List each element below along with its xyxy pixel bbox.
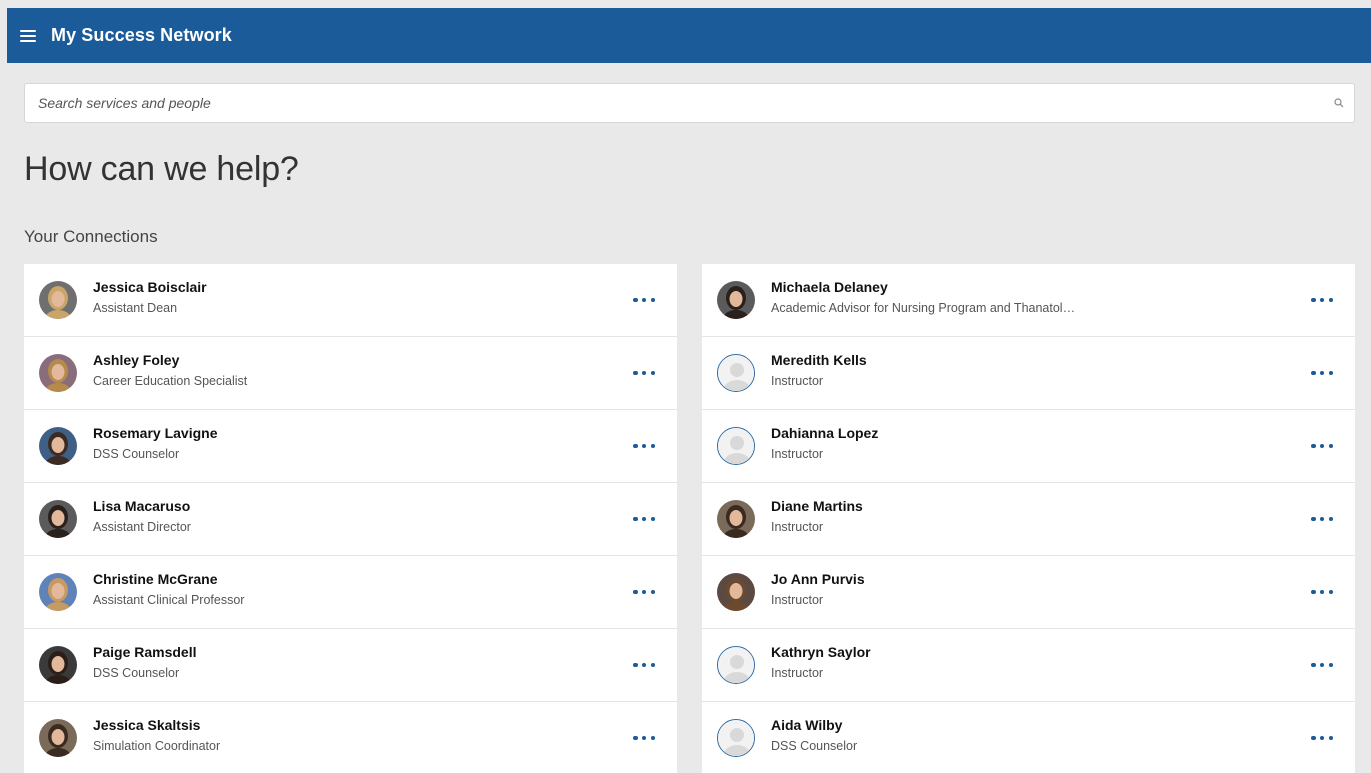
more-options-icon[interactable]: [1311, 732, 1333, 744]
search-icon[interactable]: [1324, 84, 1354, 122]
more-options-icon[interactable]: [633, 440, 655, 452]
connection-name[interactable]: Jessica Skaltsis: [93, 717, 677, 733]
connection-row[interactable]: Meredith Kells Instructor: [702, 337, 1355, 410]
more-options-icon[interactable]: [633, 586, 655, 598]
avatar: [717, 573, 755, 611]
connection-info: Michaela Delaney Academic Advisor for Nur…: [771, 279, 1355, 315]
avatar: [717, 427, 755, 465]
more-options-icon[interactable]: [633, 513, 655, 525]
app-header: My Success Network: [7, 8, 1371, 63]
connection-title: Assistant Director: [93, 520, 191, 534]
connection-title: Assistant Dean: [93, 301, 178, 315]
connection-title: Instructor: [771, 593, 824, 607]
connection-name[interactable]: Kathryn Saylor: [771, 644, 1355, 660]
search-input[interactable]: [25, 84, 1324, 122]
connection-row[interactable]: Dahianna Lopez Instructor: [702, 410, 1355, 483]
connection-row[interactable]: Lisa Macaruso Assistant Director: [24, 483, 677, 556]
connection-info: Ashley Foley Career Education Specialist: [93, 352, 677, 388]
connection-title: Instructor: [771, 520, 824, 534]
avatar: [39, 427, 77, 465]
connection-name[interactable]: Rosemary Lavigne: [93, 425, 677, 441]
connection-info: Dahianna Lopez Instructor: [771, 425, 1355, 461]
avatar: [39, 354, 77, 392]
connection-info: Lisa Macaruso Assistant Director: [93, 498, 677, 534]
connection-row[interactable]: Christine McGrane Assistant Clinical Prof…: [24, 556, 677, 629]
connection-title: Instructor: [771, 447, 824, 461]
avatar: [39, 500, 77, 538]
connection-row[interactable]: Jessica Boisclair Assistant Dean: [24, 264, 677, 337]
more-options-icon[interactable]: [1311, 367, 1333, 379]
connection-name[interactable]: Diane Martins: [771, 498, 1355, 514]
connection-title: Instructor: [771, 374, 824, 388]
avatar: [717, 354, 755, 392]
connection-row[interactable]: Rosemary Lavigne DSS Counselor: [24, 410, 677, 483]
connection-info: Diane Martins Instructor: [771, 498, 1355, 534]
connection-info: Jessica Skaltsis Simulation Coordinator: [93, 717, 677, 753]
connection-row[interactable]: Diane Martins Instructor: [702, 483, 1355, 556]
connection-title: DSS Counselor: [771, 739, 858, 753]
avatar: [717, 646, 755, 684]
more-options-icon[interactable]: [1311, 586, 1333, 598]
connection-row[interactable]: Paige Ramsdell DSS Counselor: [24, 629, 677, 702]
connections-list-left: Jessica Boisclair Assistant Dean Ashley Fo…: [24, 264, 677, 773]
connections-heading: Your Connections: [24, 227, 158, 246]
connection-title: Assistant Clinical Professor: [93, 593, 245, 607]
connection-row[interactable]: Kathryn Saylor Instructor: [702, 629, 1355, 702]
connection-name[interactable]: Christine McGrane: [93, 571, 677, 587]
connection-name[interactable]: Aida Wilby: [771, 717, 1355, 733]
connection-name[interactable]: Lisa Macaruso: [93, 498, 677, 514]
connection-row[interactable]: Michaela Delaney Academic Advisor for Nur…: [702, 264, 1355, 337]
avatar: [39, 573, 77, 611]
connection-title: DSS Counselor: [93, 666, 180, 680]
connection-info: Aida Wilby DSS Counselor: [771, 717, 1355, 753]
more-options-icon[interactable]: [1311, 294, 1333, 306]
avatar: [717, 500, 755, 538]
avatar: [39, 719, 77, 757]
avatar: [39, 281, 77, 319]
connection-info: Rosemary Lavigne DSS Counselor: [93, 425, 677, 461]
connection-name[interactable]: Jessica Boisclair: [93, 279, 677, 295]
connection-name[interactable]: Jo Ann Purvis: [771, 571, 1355, 587]
connection-name[interactable]: Paige Ramsdell: [93, 644, 677, 660]
connection-title: Simulation Coordinator: [93, 739, 221, 753]
connection-title: Academic Advisor for Nursing Program and…: [771, 301, 1076, 315]
connection-info: Paige Ramsdell DSS Counselor: [93, 644, 677, 680]
connection-row[interactable]: Ashley Foley Career Education Specialist: [24, 337, 677, 410]
connection-name[interactable]: Meredith Kells: [771, 352, 1355, 368]
connection-row[interactable]: Jessica Skaltsis Simulation Coordinator: [24, 702, 677, 773]
more-options-icon[interactable]: [633, 294, 655, 306]
connection-info: Meredith Kells Instructor: [771, 352, 1355, 388]
more-options-icon[interactable]: [1311, 440, 1333, 452]
top-strip: [0, 0, 1371, 8]
connection-info: Jo Ann Purvis Instructor: [771, 571, 1355, 607]
connection-title: Instructor: [771, 666, 824, 680]
page-heading: How can we help?: [24, 150, 299, 188]
more-options-icon[interactable]: [633, 732, 655, 744]
connection-info: Jessica Boisclair Assistant Dean: [93, 279, 677, 315]
more-options-icon[interactable]: [1311, 513, 1333, 525]
connection-name[interactable]: Ashley Foley: [93, 352, 677, 368]
connection-title: DSS Counselor: [93, 447, 180, 461]
connections-list-right: Michaela Delaney Academic Advisor for Nur…: [702, 264, 1355, 773]
connection-title: Career Education Specialist: [93, 374, 248, 388]
connection-row[interactable]: Jo Ann Purvis Instructor: [702, 556, 1355, 629]
connection-info: Christine McGrane Assistant Clinical Prof…: [93, 571, 677, 607]
more-options-icon[interactable]: [1311, 659, 1333, 671]
avatar: [717, 281, 755, 319]
app-title: My Success Network: [51, 25, 232, 45]
connection-name[interactable]: Dahianna Lopez: [771, 425, 1355, 441]
search-bar: [24, 83, 1355, 123]
avatar: [39, 646, 77, 684]
hamburger-menu-icon[interactable]: [20, 29, 36, 42]
connection-info: Kathryn Saylor Instructor: [771, 644, 1355, 680]
more-options-icon[interactable]: [633, 659, 655, 671]
more-options-icon[interactable]: [633, 367, 655, 379]
connection-name[interactable]: Michaela Delaney: [771, 279, 1355, 295]
avatar: [717, 719, 755, 757]
connection-row[interactable]: Aida Wilby DSS Counselor: [702, 702, 1355, 773]
